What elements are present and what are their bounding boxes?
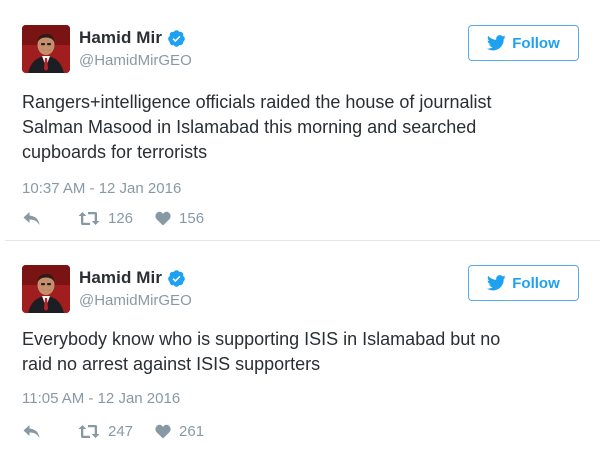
divider: [5, 240, 600, 241]
author-handle[interactable]: @HamidMirGEO: [79, 292, 192, 309]
author-display-name[interactable]: Hamid Mir: [79, 28, 162, 48]
reply-button[interactable]: [22, 211, 44, 226]
author-name-row[interactable]: Hamid Mir: [79, 28, 186, 48]
retweet-icon: [78, 424, 108, 439]
tweet-text-line: cupboards for terrorists: [22, 142, 208, 162]
retweet-icon: [78, 211, 108, 226]
tweet-text-line: Salman Masood in Islamabad this morning …: [22, 117, 477, 137]
tweet-text: Rangers+intelligence officials raided th…: [22, 90, 580, 165]
avatar[interactable]: [22, 25, 70, 73]
tweet-text: Everybody know who is supporting ISIS in…: [22, 327, 580, 377]
verified-badge-icon: [167, 269, 186, 288]
like-count: 156: [179, 210, 205, 227]
reply-button[interactable]: [22, 424, 44, 439]
verified-badge-icon: [167, 29, 186, 48]
twitter-bird-icon: [487, 275, 506, 291]
heart-icon: [155, 424, 179, 439]
follow-button-label: Follow: [512, 34, 560, 52]
retweet-count: 126: [108, 210, 134, 227]
tweet-timestamp[interactable]: 10:37 AM - 12 Jan 2016: [22, 180, 181, 197]
twitter-bird-icon: [487, 35, 506, 51]
tweet-feed: Hamid Mir @HamidMirGEO Follow Rangers+in…: [0, 0, 609, 464]
author-display-name[interactable]: Hamid Mir: [79, 268, 162, 288]
heart-icon: [155, 211, 179, 226]
follow-button[interactable]: Follow: [468, 265, 579, 301]
follow-button-label: Follow: [512, 274, 560, 292]
like-count: 261: [179, 423, 205, 440]
like-button[interactable]: 261: [155, 423, 204, 440]
tweet-text-line: Everybody know who is supporting ISIS in…: [22, 329, 501, 349]
tweet-timestamp[interactable]: 11:05 AM - 12 Jan 2016: [22, 390, 180, 407]
tweet-card: Hamid Mir @HamidMirGEO Follow Rangers+in…: [5, 8, 600, 236]
author-name-row[interactable]: Hamid Mir: [79, 268, 186, 288]
tweet-actions: 247 261: [22, 423, 204, 440]
reply-icon: [22, 424, 41, 439]
retweet-button[interactable]: 247: [78, 423, 133, 440]
reply-icon: [22, 211, 41, 226]
tweet-actions: 126 156: [22, 210, 204, 227]
like-button[interactable]: 156: [155, 210, 204, 227]
retweet-button[interactable]: 126: [78, 210, 133, 227]
follow-button[interactable]: Follow: [468, 25, 579, 61]
tweet-text-line: raid no arrest against ISIS supporters: [22, 354, 321, 374]
retweet-count: 247: [108, 423, 134, 440]
author-handle[interactable]: @HamidMirGEO: [79, 52, 192, 69]
tweet-text-line: Rangers+intelligence officials raided th…: [22, 92, 492, 112]
tweet-card: Hamid Mir @HamidMirGEO Follow Everybody …: [5, 248, 600, 460]
avatar[interactable]: [22, 265, 70, 313]
